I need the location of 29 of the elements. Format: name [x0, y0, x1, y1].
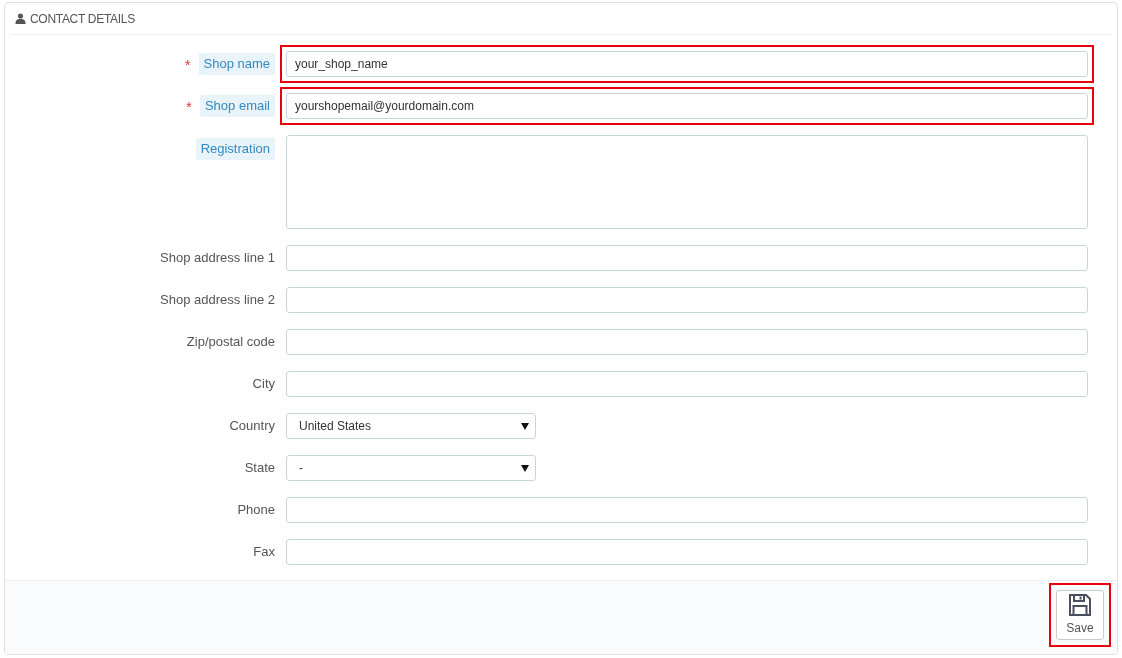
- field-label: Shop email: [199, 95, 275, 117]
- user-icon: [15, 13, 26, 24]
- field-label: Registration: [195, 138, 275, 160]
- panel-title: CONTACT DETAILS: [30, 10, 135, 28]
- field-label: City: [252, 375, 275, 394]
- text-field[interactable]: [286, 371, 1088, 397]
- dropdown-caret-icon: [521, 464, 529, 472]
- text-field[interactable]: [286, 245, 1088, 271]
- dropdown[interactable]: -: [286, 455, 536, 481]
- field-label: Shop address line 1: [160, 249, 275, 268]
- textarea-field[interactable]: [286, 135, 1088, 229]
- field-label: Phone: [237, 501, 275, 520]
- field-label: Country: [229, 417, 275, 436]
- text-field[interactable]: [286, 497, 1088, 523]
- text-field[interactable]: yourshopemail@yourdomain.com: [286, 93, 1088, 119]
- field-label: Fax: [253, 543, 275, 562]
- text-field[interactable]: [286, 329, 1088, 355]
- required-asterisk: *: [186, 98, 192, 114]
- dropdown-caret-icon: [521, 422, 529, 430]
- save-button[interactable]: Save: [1056, 590, 1104, 640]
- field-label: Shop address line 2: [160, 291, 275, 310]
- dropdown[interactable]: United States: [286, 413, 536, 439]
- required-asterisk: *: [184, 56, 191, 72]
- field-label: State: [244, 459, 275, 478]
- text-field[interactable]: [286, 539, 1088, 565]
- text-field[interactable]: your_shop_name: [286, 51, 1088, 77]
- field-label: Zip/postal code: [186, 333, 275, 352]
- field-label: Shop name: [198, 53, 275, 75]
- text-field[interactable]: [286, 287, 1088, 313]
